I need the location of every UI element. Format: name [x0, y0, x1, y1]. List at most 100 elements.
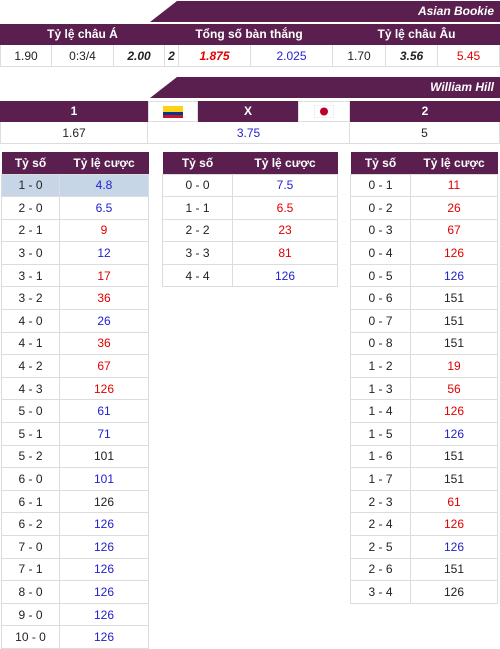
table-row[interactable]: 0 - 2 26: [350, 196, 498, 220]
table-row[interactable]: 3 - 3 81: [162, 241, 338, 265]
hill-home-odds: 1.67: [0, 122, 148, 144]
table-row[interactable]: 0 - 7 151: [350, 309, 498, 333]
william-hill-title: William Hill: [430, 80, 494, 94]
hill-home-header: 1: [70, 104, 78, 118]
odds-cell: 126: [410, 535, 498, 559]
asian-handicap-header: Tỷ lệ châu Á: [47, 27, 118, 41]
japan-flag-icon: [298, 101, 350, 122]
score-cell: 8 - 0: [1, 580, 60, 604]
score-cell: 6 - 0: [1, 467, 60, 491]
score-cell: 0 - 5: [350, 263, 411, 288]
odds-cell: 126: [59, 557, 149, 582]
table-row[interactable]: 3 - 0 12: [1, 241, 149, 265]
table-row[interactable]: 5 - 0 61: [1, 399, 149, 424]
table-row[interactable]: 2 - 4 126: [350, 512, 498, 536]
table-row[interactable]: 2 - 19: [1, 218, 149, 243]
table-header-row: Tỷ số Tỷ lệ cược: [350, 152, 498, 174]
draw-scores-table: Tỷ số Tỷ lệ cược 0 - 0 7.5 1 - 1 6.5 2 - 2 23…: [162, 152, 338, 288]
score-cell: 1 - 7: [350, 467, 411, 491]
table-row[interactable]: 8 - 0 126: [1, 580, 149, 604]
table-row[interactable]: 4 - 1 36: [1, 331, 149, 356]
score-cell: 4 - 4: [162, 263, 233, 288]
odds-cell: 126: [59, 489, 149, 514]
odds-cell: 126: [59, 512, 149, 536]
odds-cell: 61: [59, 399, 149, 424]
table-row[interactable]: 7 - 1 126: [1, 557, 149, 582]
table-row[interactable]: 1 - 7 151: [350, 467, 498, 491]
table-row[interactable]: 2 - 0 6.5: [1, 196, 149, 220]
table-row[interactable]: 2 - 2 23: [162, 218, 338, 243]
table-row[interactable]: 4 - 0 26: [1, 309, 149, 333]
odds-cell: 151: [410, 309, 498, 333]
table-row[interactable]: 10 - 0 126: [1, 625, 149, 649]
table-row[interactable]: 5 - 2 101: [1, 444, 149, 469]
table-row[interactable]: 2 - 6 151: [350, 557, 498, 582]
table-row[interactable]: 1 - 3 56: [350, 376, 498, 401]
table-row[interactable]: 1 - 4 126: [350, 399, 498, 424]
score-cell: 2 - 6: [350, 557, 411, 582]
odds-cell: 7.5: [232, 173, 338, 198]
table-row[interactable]: 2 - 5 126: [350, 535, 498, 559]
score-cell: 1 - 3: [350, 376, 411, 401]
odds-cell: 61: [410, 489, 498, 514]
table-row[interactable]: 4 - 2 67: [1, 354, 149, 378]
table-row[interactable]: 1 - 0 4.8: [1, 173, 149, 198]
table-row[interactable]: 1 - 1 6.5: [162, 196, 338, 220]
odds-column-header: Tỷ lệ cược: [232, 152, 338, 174]
score-cell: 5 - 2: [1, 444, 60, 469]
score-cell: 4 - 0: [1, 309, 60, 333]
table-row[interactable]: 0 - 0 7.5: [162, 173, 338, 198]
score-cell: 7 - 1: [1, 557, 60, 582]
hill-values-row: 1.67 3.75 5: [0, 122, 500, 144]
table-row[interactable]: 0 - 4 126: [350, 241, 498, 265]
asian-value-cell: 5.45: [438, 45, 500, 67]
table-row[interactable]: 0 - 5 126: [350, 263, 498, 288]
table-row[interactable]: 6 - 1 126: [1, 489, 149, 514]
score-cell: 4 - 3: [1, 376, 60, 401]
odds-cell: 126: [410, 263, 498, 288]
table-row[interactable]: 6 - 2 126: [1, 512, 149, 536]
table-row[interactable]: 2 - 3 61: [350, 489, 498, 514]
table-row[interactable]: 1 - 5 126: [350, 422, 498, 446]
score-cell: 0 - 3: [350, 218, 411, 243]
table-row[interactable]: 0 - 3 67: [350, 218, 498, 243]
japan-flag-svg: [314, 105, 334, 118]
score-cell: 2 - 2: [162, 218, 233, 243]
table-row[interactable]: 0 - 8 151: [350, 331, 498, 356]
table-row[interactable]: 6 - 0 101: [1, 467, 149, 491]
table-row[interactable]: 3 - 1 17: [1, 263, 149, 288]
table-row[interactable]: 5 - 1 71: [1, 422, 149, 446]
table-row[interactable]: 7 - 0 126: [1, 535, 149, 559]
asian-value-cell: 1.90: [0, 45, 52, 67]
odds-cell: 126: [59, 625, 149, 649]
odds-cell: 67: [410, 218, 498, 243]
table-row[interactable]: 9 - 0 126: [1, 602, 149, 627]
total-goals-header: Tổng số bàn thắng: [195, 27, 303, 41]
odds-cell: 101: [59, 444, 149, 469]
score-cell: 5 - 0: [1, 399, 60, 424]
table-row[interactable]: 1 - 6 151: [350, 444, 498, 469]
table-row[interactable]: 3 - 4 126: [350, 580, 498, 604]
odds-cell: 23: [232, 218, 338, 243]
score-column-header: Tỷ số: [162, 152, 233, 174]
odds-cell: 126: [232, 263, 338, 288]
odds-cell: 9: [59, 218, 149, 243]
asian-value-cell: 2: [165, 45, 179, 67]
odds-cell: 126: [410, 422, 498, 446]
odds-cell: 126: [59, 535, 149, 559]
table-row[interactable]: 4 - 4 126: [162, 263, 338, 288]
table-row[interactable]: 0 - 6 151: [350, 286, 498, 311]
table-row[interactable]: 4 - 3 126: [1, 376, 149, 401]
score-cell: 2 - 0: [1, 196, 60, 220]
home-win-scores-table: Tỷ số Tỷ lệ cược 1 - 0 4.8 2 - 0 6.5 2 - 193…: [1, 152, 149, 649]
table-header-row: Tỷ số Tỷ lệ cược: [1, 152, 149, 174]
score-cell: 3 - 2: [1, 286, 60, 311]
table-row[interactable]: 0 - 1 11: [350, 173, 498, 198]
score-cell: 3 - 1: [1, 263, 60, 288]
table-row[interactable]: 3 - 2 36: [1, 286, 149, 311]
score-cell: 2 - 4: [350, 512, 411, 536]
hill-away-odds: 5: [350, 122, 500, 144]
odds-cell: 6.5: [59, 196, 149, 220]
table-row[interactable]: 1 - 2 19: [350, 354, 498, 378]
european-odds-header: Tỷ lệ châu Âu: [377, 27, 456, 41]
